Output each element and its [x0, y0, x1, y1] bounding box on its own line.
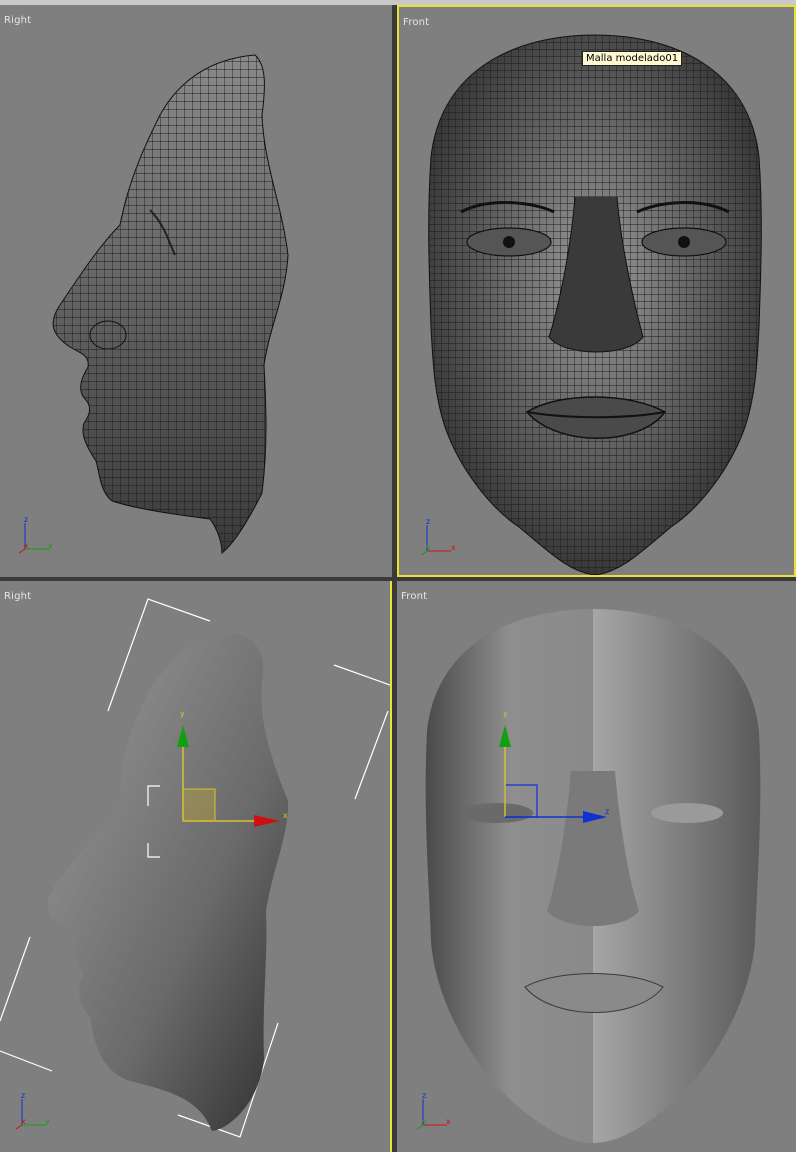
- viewport-front-wireframe[interactable]: Front Malla modelado01 z y x: [397, 5, 796, 577]
- axis-label-left: y: [422, 1117, 427, 1126]
- move-gizmo-y-label[interactable]: y: [180, 709, 185, 718]
- axis-label-vertical: z: [422, 1091, 427, 1100]
- viewport-right-wireframe[interactable]: Right z x y: [0, 5, 392, 577]
- viewport-label: Front: [403, 17, 430, 28]
- side-face-wireframe: [52, 54, 289, 555]
- move-gizmo-x-label[interactable]: x: [283, 811, 288, 820]
- axis-label-right: y: [45, 1117, 50, 1126]
- viewport-front-shaded[interactable]: Front y z z y x: [397, 581, 796, 1152]
- viewport-label: Right: [4, 591, 32, 602]
- axis-label-right: y: [48, 541, 53, 550]
- axis-label-vertical: z: [24, 515, 29, 524]
- viewport-label: Front: [401, 591, 428, 602]
- front-face-shaded: [425, 609, 761, 1143]
- move-gizmo-z-label[interactable]: z: [605, 807, 609, 816]
- axis-label-vertical: z: [21, 1091, 26, 1100]
- axis-label-left: x: [24, 541, 29, 550]
- axis-label-vertical: z: [426, 517, 431, 526]
- move-gizmo-y-label[interactable]: y: [503, 709, 508, 718]
- axis-label-right: x: [446, 1117, 451, 1126]
- object-name-tooltip: Malla modelado01: [582, 51, 683, 66]
- axis-label-left: x: [21, 1117, 26, 1126]
- viewport-right-shaded[interactable]: Right y x z x y: [0, 581, 392, 1152]
- viewport-label: Right: [4, 15, 32, 26]
- front-face-wireframe: [428, 34, 762, 575]
- axis-label-left: y: [426, 543, 431, 552]
- axis-label-right: x: [451, 543, 456, 552]
- side-face-shaded: [0, 598, 390, 1138]
